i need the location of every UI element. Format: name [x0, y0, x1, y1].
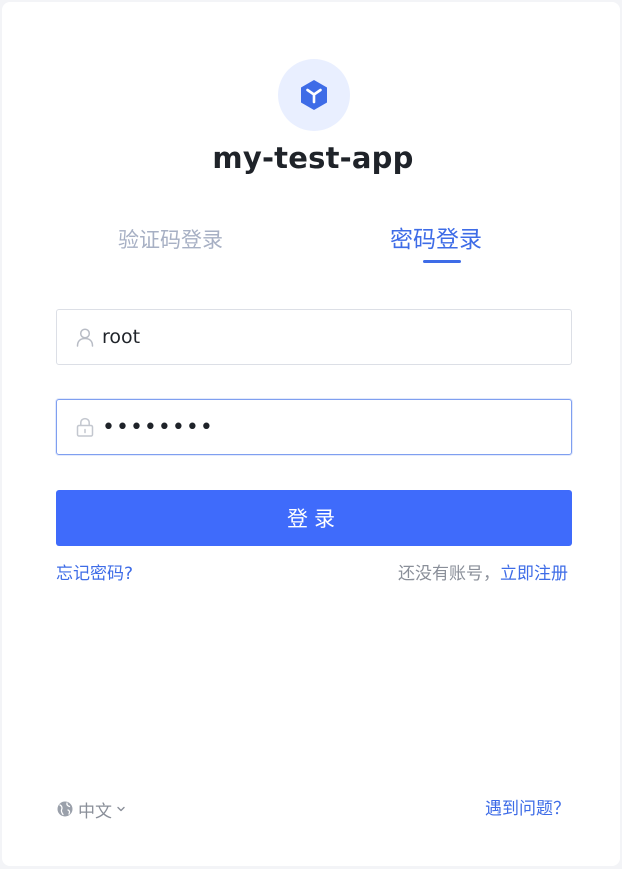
lock-icon — [76, 417, 94, 437]
no-account-text: 还没有账号， — [398, 564, 500, 584]
active-tab-indicator — [423, 260, 461, 263]
forgot-password-link[interactable]: 忘记密码? — [56, 562, 133, 586]
login-button[interactable]: 登录 — [56, 490, 572, 546]
register-row: 还没有账号，立即注册 — [398, 562, 568, 586]
app-title: my-test-app — [212, 141, 414, 175]
password-field[interactable] — [56, 399, 572, 455]
username-field[interactable] — [56, 309, 572, 365]
chevron-down-icon — [117, 806, 125, 812]
globe-icon — [57, 801, 73, 817]
help-link[interactable]: 遇到问题？ — [485, 797, 570, 821]
user-icon — [76, 328, 94, 347]
app-logo — [278, 59, 350, 131]
language-label: 中文 — [78, 801, 112, 822]
cube-icon — [301, 80, 327, 110]
tab-password-login[interactable]: 密码登录 — [390, 220, 496, 260]
password-input[interactable] — [102, 400, 562, 454]
register-link[interactable]: 立即注册 — [500, 564, 568, 584]
username-input[interactable] — [102, 310, 562, 364]
language-switcher[interactable]: 中文 — [56, 797, 130, 822]
tab-sms-login[interactable]: 验证码登录 — [118, 220, 236, 260]
login-card: my-test-app 验证码登录 密码登录 登录 忘记密码? 还没有账号，立即… — [2, 2, 620, 866]
